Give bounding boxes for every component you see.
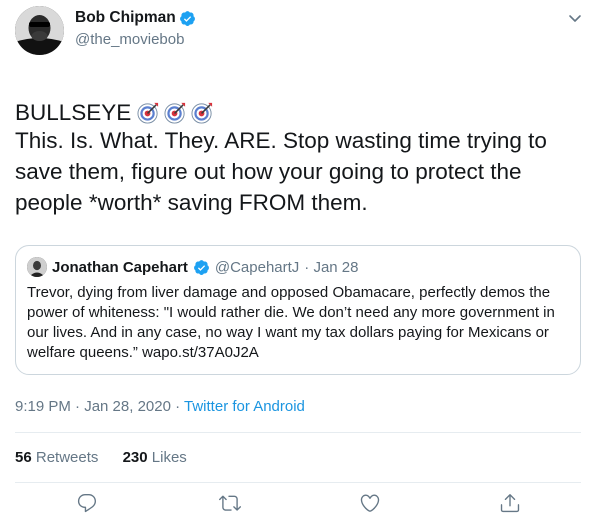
quoted-author-handle: @CapehartJ (214, 258, 300, 276)
share-icon[interactable] (499, 492, 523, 516)
retweets-label: Retweets (35, 449, 99, 466)
tweet-headline: BULLSEYE (15, 100, 132, 125)
retweet-icon[interactable] (219, 492, 243, 516)
quoted-tweet-header: Jonathan Capehart @CapehartJ · Jan 28 (27, 257, 359, 277)
quoted-author-name: Jonathan Capehart (52, 258, 188, 276)
author-avatar[interactable] (15, 6, 64, 55)
verified-badge-icon (193, 259, 210, 276)
likes-stat[interactable]: 230 Likes (123, 449, 187, 466)
quoted-tweet-text: Trevor, dying from liver damage and oppo… (27, 284, 555, 361)
quoted-tweet-date: · Jan 28 (304, 258, 359, 276)
tweet-body: This. Is. What. They. ARE. Stop wasting … (15, 128, 547, 215)
retweets-stat[interactable]: 56 Retweets (15, 449, 98, 466)
bullseye-emoji-icon (137, 102, 159, 124)
likes-label: Likes (151, 449, 187, 466)
author-name[interactable]: Bob Chipman (75, 9, 176, 27)
bullseye-emojis (137, 101, 214, 124)
tweet-timestamp[interactable]: 9:19 PM · Jan 28, 2020 · (15, 398, 180, 415)
divider (15, 432, 581, 433)
author-block: Bob Chipman @the_moviebob (75, 9, 196, 48)
likes-count: 230 (122, 449, 148, 466)
bullseye-emoji-icon (164, 102, 186, 124)
tweet-card: Bob Chipman @the_moviebob BULLSEYE This.… (0, 0, 593, 532)
verified-badge-icon (179, 10, 196, 27)
divider (15, 482, 581, 483)
tweet-actions (0, 492, 593, 522)
chevron-down-icon[interactable] (566, 10, 584, 28)
like-icon[interactable] (359, 492, 383, 516)
tweet-meta: 9:19 PM · Jan 28, 2020 · Twitter for And… (15, 398, 305, 415)
retweets-count: 56 (15, 449, 32, 466)
author-handle[interactable]: @the_moviebob (75, 31, 196, 48)
bullseye-emoji-icon (191, 102, 213, 124)
quoted-author-avatar (27, 257, 47, 277)
tweet-stats: 56 Retweets 230 Likes (15, 449, 207, 466)
tweet-text-line1: BULLSEYE (15, 66, 575, 128)
tweet-source-link[interactable]: Twitter for Android (184, 398, 305, 415)
quoted-tweet[interactable]: Jonathan Capehart @CapehartJ · Jan 28 Tr… (15, 245, 581, 375)
reply-icon[interactable] (76, 492, 100, 516)
